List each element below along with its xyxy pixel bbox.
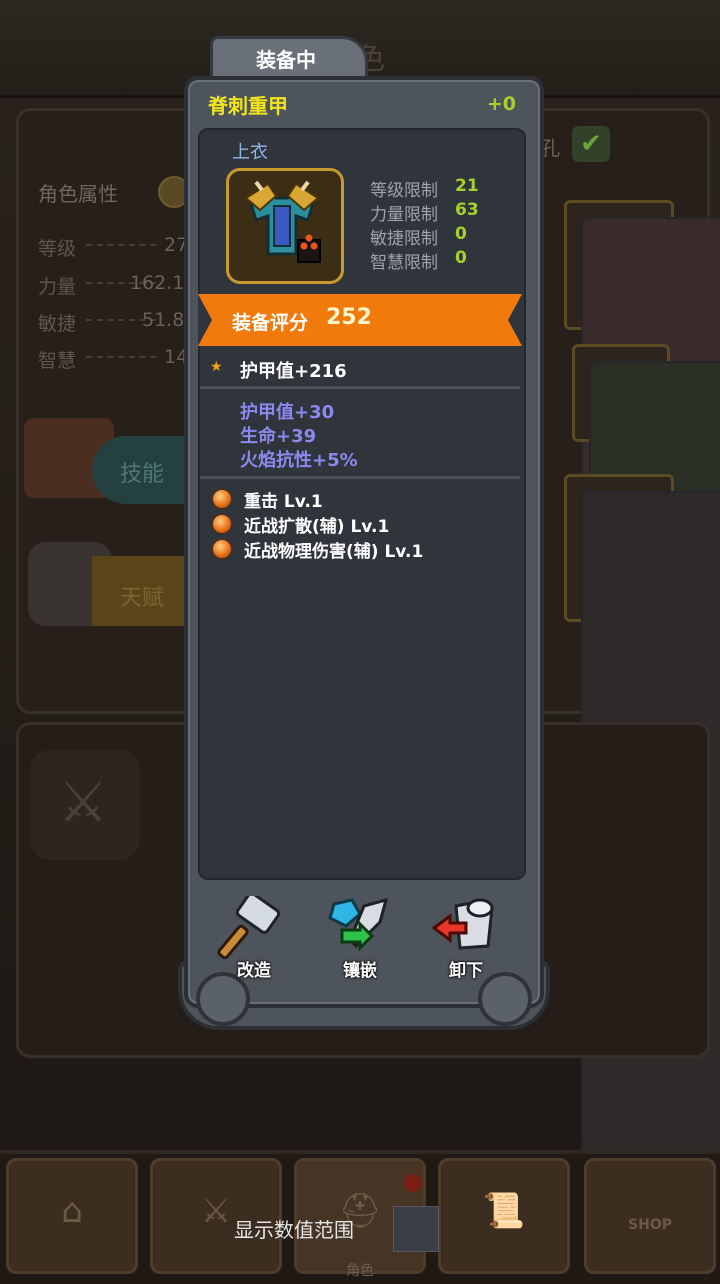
nav-tab-quest[interactable]: 📜 xyxy=(438,1158,570,1274)
attribute-label: 等级 xyxy=(38,238,77,260)
skill-orb-icon xyxy=(212,539,232,559)
axe-icon: ⚔ xyxy=(58,770,109,835)
skill-orb-icon xyxy=(212,489,232,509)
unequip-armor-icon xyxy=(431,898,494,950)
shop-label: SHOP xyxy=(628,1217,672,1233)
slot-type: 上衣 xyxy=(232,142,268,163)
skill-entry: 重击 Lv.1 xyxy=(244,492,323,512)
sub-stat: 生命+39 xyxy=(240,426,317,447)
star-icon: ★ xyxy=(210,359,223,375)
scroll-icon: 📜 xyxy=(482,1191,526,1231)
talent-button-label: 天赋 xyxy=(120,586,165,611)
reforge-label: 改造 xyxy=(237,961,271,981)
hammer-icon xyxy=(217,892,281,960)
requirement-value: 0 xyxy=(455,224,467,244)
inlay-label: 镶嵌 xyxy=(343,961,377,981)
sub-stat: 护甲值+30 xyxy=(240,402,335,423)
equipment-slot-helmet[interactable] xyxy=(572,344,720,1113)
requirement-label: 智慧限制 xyxy=(370,253,438,273)
check-icon[interactable]: ✔ xyxy=(572,126,610,162)
requirement-value: 0 xyxy=(455,248,467,268)
requirement-label: 力量限制 xyxy=(370,205,438,225)
attribute-value: 51.8 xyxy=(142,309,185,331)
score-label: 装备评分 xyxy=(232,312,309,334)
inventory-item-axe[interactable]: ⚔ xyxy=(30,750,140,860)
enhance-level: +0 xyxy=(486,93,516,115)
notification-dot xyxy=(404,1174,422,1192)
show-value-range-checkbox[interactable] xyxy=(393,1206,439,1252)
attributes-title: 角色属性 xyxy=(38,182,118,206)
attribute-label: 智慧 xyxy=(38,350,77,372)
main-stat: 护甲值+216 xyxy=(240,361,347,382)
divider xyxy=(200,476,520,479)
requirement-label: 敏捷限制 xyxy=(370,229,438,249)
skill-entry: 近战物理伤害(辅) Lv.1 xyxy=(244,542,424,562)
requirement-value: 63 xyxy=(455,200,479,220)
attribute-value: 162.1 xyxy=(130,272,185,294)
home-icon: ⌂ xyxy=(61,1191,83,1231)
equipment-slot-armor[interactable] xyxy=(564,474,720,1243)
attribute-label: 力量 xyxy=(38,276,77,298)
skill-entry: 近战扩散(辅) Lv.1 xyxy=(244,517,390,537)
skill-button-label: 技能 xyxy=(120,462,165,487)
attribute-label: 敏捷 xyxy=(38,313,77,335)
nav-role-label: 角色 xyxy=(346,1263,374,1279)
requirement-value: 21 xyxy=(455,176,479,196)
show-value-range-label: 显示数值范围 xyxy=(234,1218,354,1242)
equipment-slot-bracer[interactable] xyxy=(564,200,720,969)
skill-orb-icon xyxy=(212,514,232,534)
spiked-armor-icon xyxy=(244,180,321,263)
item-name: 脊刺重甲 xyxy=(208,94,288,118)
divider xyxy=(200,386,520,389)
banner-notch xyxy=(198,294,212,346)
nav-tab-shop[interactable]: SHOP xyxy=(584,1158,716,1274)
requirement-label: 等级限制 xyxy=(370,181,438,201)
unequip-label: 卸下 xyxy=(449,961,483,981)
sub-stat: 火焰抗性+5% xyxy=(240,450,358,471)
score-value: 252 xyxy=(326,305,372,330)
banner-notch xyxy=(508,294,522,346)
gem-inlay-icon xyxy=(328,897,389,952)
equipped-tab-label: 装备中 xyxy=(256,48,316,72)
nav-tab-home[interactable]: ⌂ xyxy=(6,1158,138,1274)
